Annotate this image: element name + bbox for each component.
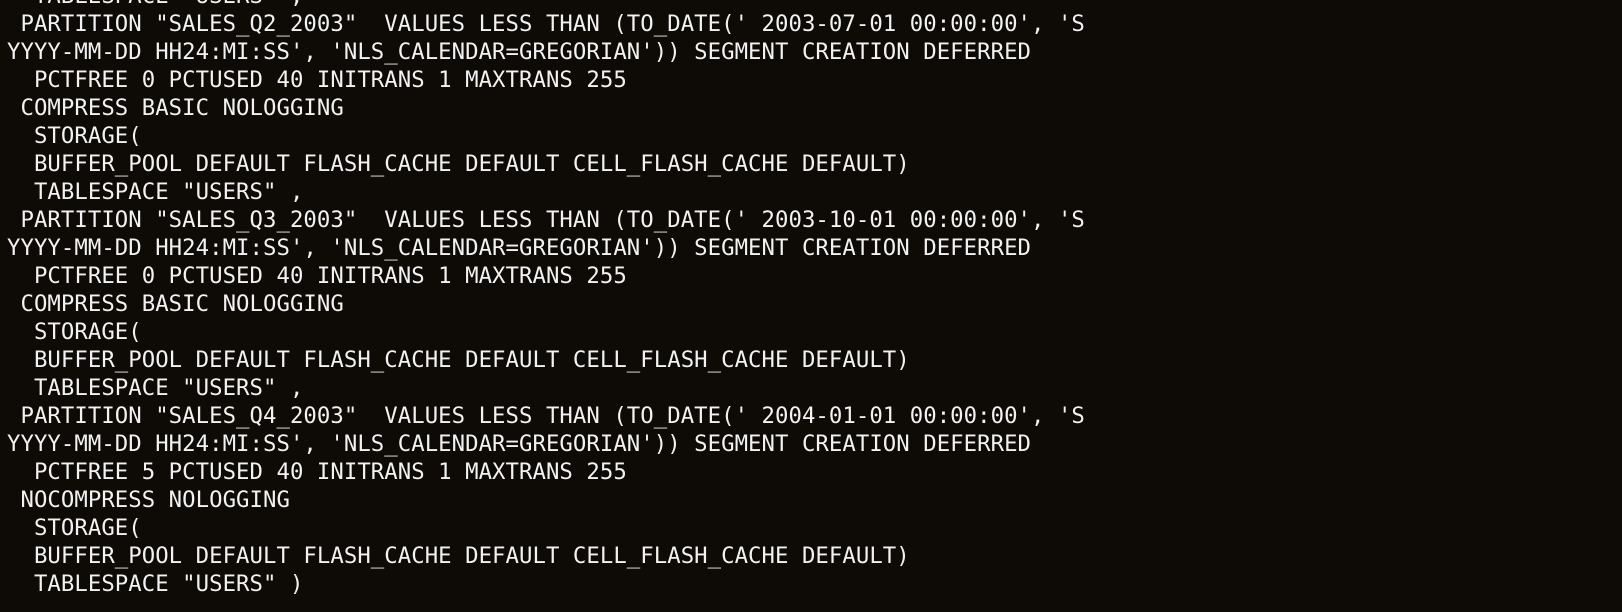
terminal-line: BUFFER_POOL DEFAULT FLASH_CACHE DEFAULT … [7,543,910,569]
terminal-line: TABLESPACE "USERS" , [7,375,304,401]
terminal-line: PCTFREE 0 PCTUSED 40 INITRANS 1 MAXTRANS… [7,263,627,289]
terminal-line: PARTITION "SALES_Q3_2003" VALUES LESS TH… [7,207,1085,233]
terminal-line: PARTITION "SALES_Q4_2003" VALUES LESS TH… [7,403,1085,429]
terminal-line: TABLESPACE "USERS" ) [7,571,304,597]
terminal-output: TABLESPACE "USERS" , PARTITION "SALES_Q2… [7,0,1085,598]
terminal-line: BUFFER_POOL DEFAULT FLASH_CACHE DEFAULT … [7,347,910,373]
terminal-line: PARTITION "SALES_Q2_2003" VALUES LESS TH… [7,11,1085,37]
terminal-line: YYYY-MM-DD HH24:MI:SS', 'NLS_CALENDAR=GR… [7,39,1032,65]
terminal-line: TABLESPACE "USERS" , [7,179,304,205]
terminal-line: COMPRESS BASIC NOLOGGING [7,291,344,317]
terminal-line: STORAGE( [7,123,142,149]
terminal-line: COMPRESS BASIC NOLOGGING [7,95,344,121]
terminal-line: BUFFER_POOL DEFAULT FLASH_CACHE DEFAULT … [7,151,910,177]
terminal-line: PCTFREE 5 PCTUSED 40 INITRANS 1 MAXTRANS… [7,459,627,485]
terminal-line: NOCOMPRESS NOLOGGING [7,487,290,513]
terminal-line: YYYY-MM-DD HH24:MI:SS', 'NLS_CALENDAR=GR… [7,431,1032,457]
terminal-window[interactable]: TABLESPACE "USERS" , PARTITION "SALES_Q2… [0,0,1622,612]
terminal-line: PCTFREE 0 PCTUSED 40 INITRANS 1 MAXTRANS… [7,67,627,93]
terminal-line: STORAGE( [7,319,142,345]
terminal-line: STORAGE( [7,515,142,541]
terminal-line: YYYY-MM-DD HH24:MI:SS', 'NLS_CALENDAR=GR… [7,235,1032,261]
terminal-line: TABLESPACE "USERS" , [7,0,1085,10]
